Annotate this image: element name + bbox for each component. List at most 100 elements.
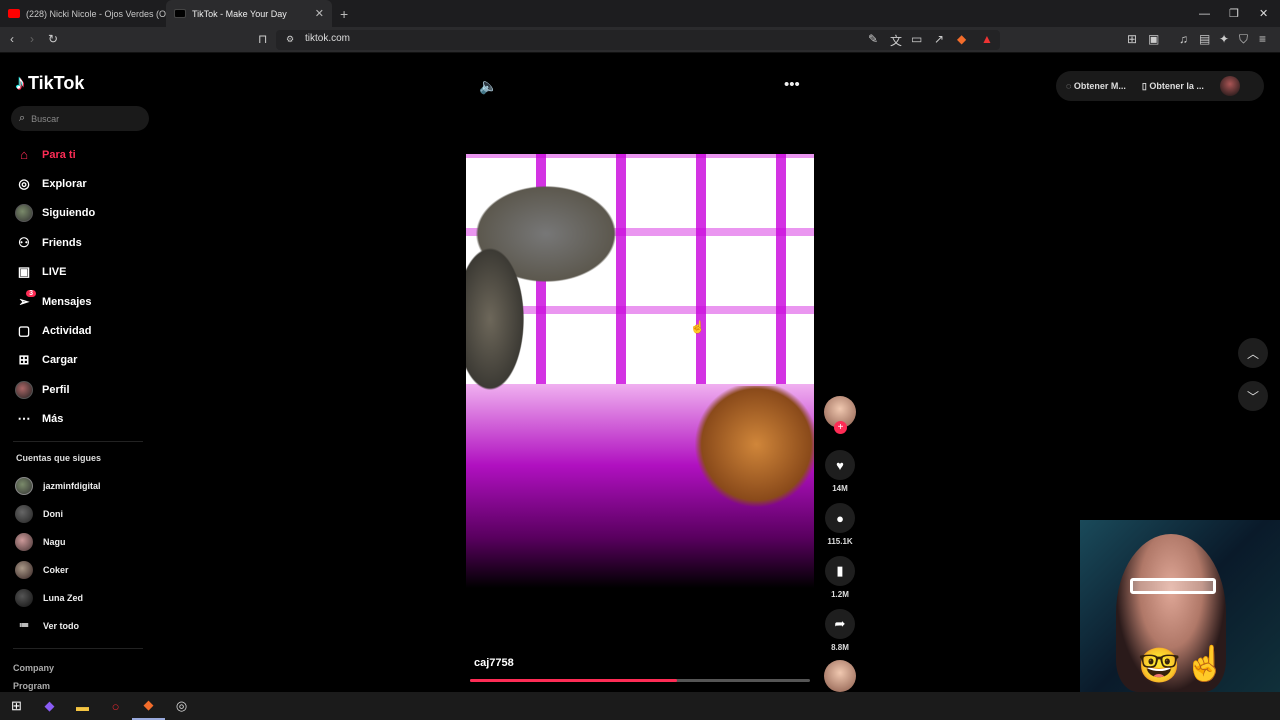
see-all-link[interactable]: ≔ Ver todo bbox=[15, 612, 101, 640]
nav-actividad[interactable]: ▢ Actividad bbox=[15, 316, 95, 345]
file-explorer-icon[interactable]: ▬ bbox=[66, 692, 99, 720]
heart-icon: ♥ bbox=[836, 457, 844, 473]
sound-avatar[interactable] bbox=[824, 660, 856, 692]
obs-icon[interactable]: ◎ bbox=[165, 692, 198, 720]
forward-icon[interactable]: › bbox=[30, 32, 34, 46]
like-button[interactable]: ♥ bbox=[825, 450, 855, 480]
minimize-icon[interactable]: — bbox=[1199, 0, 1210, 27]
previous-video-button[interactable]: ︿ bbox=[1238, 338, 1268, 368]
like-count: 14M bbox=[832, 484, 848, 493]
nav-explorar[interactable]: ◎ Explorar bbox=[15, 169, 95, 198]
vpn-icon[interactable]: ⛉ bbox=[1239, 32, 1248, 47]
avatar bbox=[15, 505, 33, 523]
avatar bbox=[15, 589, 33, 607]
nav-mas[interactable]: ⋯ Más bbox=[15, 405, 95, 434]
creator-avatar[interactable]: + bbox=[824, 396, 856, 434]
nav-para-ti[interactable]: ⌂ Para ti bbox=[15, 140, 95, 169]
rewards-icon[interactable]: ▲ bbox=[981, 32, 993, 46]
following-item[interactable]: Luna Zed bbox=[15, 584, 101, 612]
compass-icon: ◎ bbox=[18, 176, 30, 192]
cast-icon[interactable]: ▭ bbox=[911, 32, 922, 46]
following-item[interactable]: Coker bbox=[15, 556, 101, 584]
reader-icon[interactable]: ✎ bbox=[868, 32, 878, 46]
start-icon[interactable]: ⊞ bbox=[0, 692, 33, 720]
tab-label: (228) Nicki Nicole - Ojos Verdes (Offi bbox=[26, 8, 166, 19]
back-icon[interactable]: ‹ bbox=[10, 32, 14, 46]
share-count: 8.8M bbox=[831, 643, 849, 652]
follow-plus-icon[interactable]: + bbox=[834, 421, 847, 434]
save-button[interactable]: ▮ bbox=[825, 556, 855, 586]
leo-icon[interactable]: ✦ bbox=[1219, 32, 1229, 46]
avatar bbox=[15, 533, 33, 551]
browser-tab-bar: (228) Nicki Nicole - Ojos Verdes (Offi T… bbox=[0, 0, 1280, 27]
next-video-button[interactable]: ﹀ bbox=[1238, 381, 1268, 411]
following-item[interactable]: Doni bbox=[15, 500, 101, 528]
music-icon[interactable]: ♫ bbox=[1179, 32, 1188, 46]
friends-icon: ⚇ bbox=[18, 234, 30, 250]
new-tab-button[interactable]: + bbox=[340, 6, 348, 22]
user-avatar[interactable] bbox=[1219, 76, 1240, 96]
comment-count: 115.1K bbox=[827, 537, 853, 546]
nav-perfil[interactable]: Perfil bbox=[15, 375, 95, 404]
comment-button[interactable]: ● bbox=[825, 503, 855, 533]
translate-icon[interactable]: 文 bbox=[890, 32, 902, 49]
save-count: 1.2M bbox=[831, 590, 849, 599]
tiger-figure bbox=[686, 386, 814, 516]
get-app-button[interactable]: ▯ Obtener la ... bbox=[1142, 81, 1212, 92]
maximize-icon[interactable]: ❐ bbox=[1229, 0, 1239, 27]
footer-company[interactable]: Company bbox=[13, 663, 54, 673]
share-icon[interactable]: ↗ bbox=[934, 32, 944, 46]
home-icon: ⌂ bbox=[20, 147, 28, 163]
close-tab-icon[interactable]: ✕ bbox=[315, 7, 324, 20]
search-icon: ⌕ bbox=[19, 112, 26, 124]
following-list: jazminfdigital Doni Nagu Coker Luna Zed … bbox=[15, 472, 101, 640]
address-bar: ‹ › ↻ ⊓ ⚙ ✎ 文 ▭ ↗ ◆ ▲ ⊞ ▣ ♫ ▤ ✦ ⛉ ≡ bbox=[0, 27, 1280, 53]
search-input[interactable] bbox=[31, 113, 132, 124]
following-item[interactable]: jazminfdigital bbox=[15, 472, 101, 500]
nav-friends[interactable]: ⚇ Friends bbox=[15, 228, 95, 257]
list-icon: ≔ bbox=[19, 620, 29, 631]
avatar bbox=[15, 477, 33, 495]
following-item[interactable]: Nagu bbox=[15, 528, 101, 556]
cursor-icon: ☝ bbox=[690, 320, 705, 334]
opera-icon[interactable]: ○ bbox=[99, 692, 132, 720]
browser-tab-youtube[interactable]: (228) Nicki Nicole - Ojos Verdes (Offi bbox=[0, 0, 166, 27]
reload-icon[interactable]: ↻ bbox=[48, 32, 58, 46]
webcam-overlay: 🤓 ☝ bbox=[1080, 520, 1280, 692]
chevron-up-icon: ︿ bbox=[1246, 346, 1259, 361]
action-rail: + ♥ 14M ● 115.1K ▮ 1.2M ➦ 8.8M bbox=[824, 396, 856, 692]
video-progress-fill bbox=[470, 679, 678, 682]
video-progress[interactable] bbox=[470, 679, 810, 682]
brave-icon[interactable]: ◆ bbox=[132, 692, 165, 720]
more-options-icon[interactable]: ••• bbox=[784, 76, 800, 93]
brave-shield-icon[interactable]: ◆ bbox=[957, 32, 966, 46]
windows-taskbar: ⊞ ◆ ▬ ○ ◆ ◎ bbox=[0, 692, 1280, 720]
footer-program[interactable]: Program bbox=[13, 681, 50, 691]
bookmark-icon[interactable]: ⊓ bbox=[258, 32, 267, 46]
tiktok-logo[interactable]: ♪ TikTok bbox=[15, 72, 84, 95]
more-icon: ⋯ bbox=[17, 411, 31, 427]
nav-mensajes[interactable]: ➢ 3 Mensajes bbox=[15, 287, 95, 316]
nav-siguiendo[interactable]: Siguiendo bbox=[15, 199, 95, 228]
tab-label: TikTok - Make Your Day bbox=[192, 8, 287, 19]
share-button[interactable]: ➦ bbox=[825, 609, 855, 639]
volume-icon[interactable]: 🔈 bbox=[479, 77, 498, 95]
browser-tab-tiktok[interactable]: TikTok - Make Your Day ✕ bbox=[166, 0, 332, 27]
sidebar-icon[interactable]: ▣ bbox=[1148, 32, 1159, 46]
tiktok-note-icon: ♪ bbox=[15, 72, 25, 94]
menu-icon[interactable]: ≡ bbox=[1259, 32, 1266, 46]
site-info-icon[interactable]: ⚙ bbox=[286, 34, 294, 45]
nav-live[interactable]: ▣ LIVE bbox=[15, 258, 95, 287]
video-player[interactable] bbox=[466, 154, 814, 588]
app-icon-purple[interactable]: ◆ bbox=[33, 692, 66, 720]
profile-avatar bbox=[15, 380, 33, 399]
extensions-icon[interactable]: ⊞ bbox=[1127, 32, 1137, 46]
share-arrow-icon: ➦ bbox=[834, 616, 846, 631]
sidebar-divider bbox=[13, 441, 143, 442]
wallet-icon[interactable]: ▤ bbox=[1199, 32, 1210, 46]
get-coins-button[interactable]: ◌ Obtener M... bbox=[1066, 81, 1134, 91]
sidebar-nav: ⌂ Para ti ◎ Explorar Siguiendo ⚇ Friends… bbox=[15, 140, 95, 434]
nav-cargar[interactable]: ⊞ Cargar bbox=[15, 346, 95, 375]
video-author[interactable]: caj7758 bbox=[474, 657, 514, 669]
close-window-icon[interactable]: ✕ bbox=[1259, 0, 1268, 27]
